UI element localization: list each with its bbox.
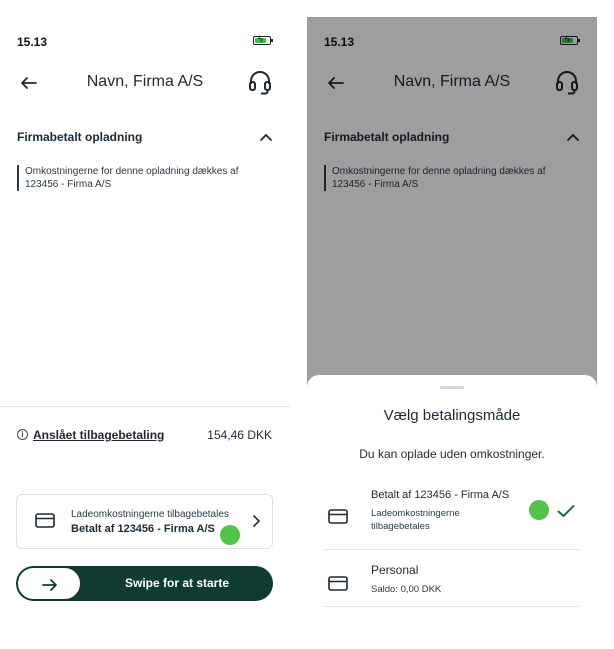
payment-method-screen: 15.13 ϟ Navn, Firma A/S Firmabetalt opla… — [307, 17, 597, 631]
refund-value: 154,46 DKK — [207, 428, 272, 442]
payment-option-personal[interactable]: Personal Saldo: 0,00 DKK — [324, 560, 581, 607]
charging-screen: 15.13 ϟ Navn, Firma A/S Firmabetalt opla… — [0, 17, 290, 631]
sheet-title: Vælg betalingsmåde — [383, 407, 521, 424]
payment-method-sheet: Vælg betalingsmåde Du kan oplade uden om… — [307, 375, 597, 631]
credit-card-icon — [328, 509, 348, 524]
chevron-up-icon[interactable] — [259, 132, 273, 142]
page-title: Navn, Firma A/S — [86, 73, 204, 90]
headset-icon[interactable] — [248, 69, 272, 95]
option-title: Betalt af 123456 - Firma A/S — [371, 489, 510, 501]
battery-icon: ϟ — [253, 34, 273, 45]
option-detail: Saldo: 0,00 DKK — [371, 584, 442, 595]
charging-bolt-icon: ϟ — [258, 34, 263, 44]
chevron-right-icon — [253, 515, 260, 527]
credit-card-icon — [35, 513, 55, 528]
status-time: 15.13 — [17, 35, 48, 49]
arrow-right-icon — [42, 579, 57, 591]
credit-card-icon — [328, 576, 348, 591]
touch-indicator — [529, 500, 549, 520]
checkmark-icon — [557, 505, 575, 517]
payment-card-title: Betalt af 123456 - Firma A/S — [71, 523, 215, 535]
info-icon[interactable]: i — [17, 429, 28, 440]
sheet-subtitle: Du kan oplade uden omkostninger. — [359, 447, 545, 461]
option-detail: Ladeomkostningerne tilbagebetales — [371, 508, 460, 532]
refund-label[interactable]: Anslået tilbagebetaling — [33, 428, 164, 442]
section-title: Firmabetalt opladning — [17, 130, 143, 144]
company-info-text: Omkostningerne for denne opladning dække… — [17, 165, 257, 191]
swipe-handle[interactable] — [17, 567, 81, 600]
swipe-label: Swipe for at starte — [124, 576, 230, 590]
back-arrow-icon[interactable] — [18, 72, 40, 94]
divider — [0, 406, 290, 407]
touch-indicator — [220, 525, 240, 545]
option-title: Personal — [371, 563, 419, 577]
payment-card-subtitle: Ladeomkostningerne tilbagebetales — [71, 509, 229, 520]
payment-option-company[interactable]: Betalt af 123456 - Firma A/S Ladeomkostn… — [324, 485, 581, 550]
sheet-grabber[interactable] — [440, 386, 464, 389]
swipe-to-start-slider[interactable]: Swipe for at starte — [16, 566, 273, 601]
